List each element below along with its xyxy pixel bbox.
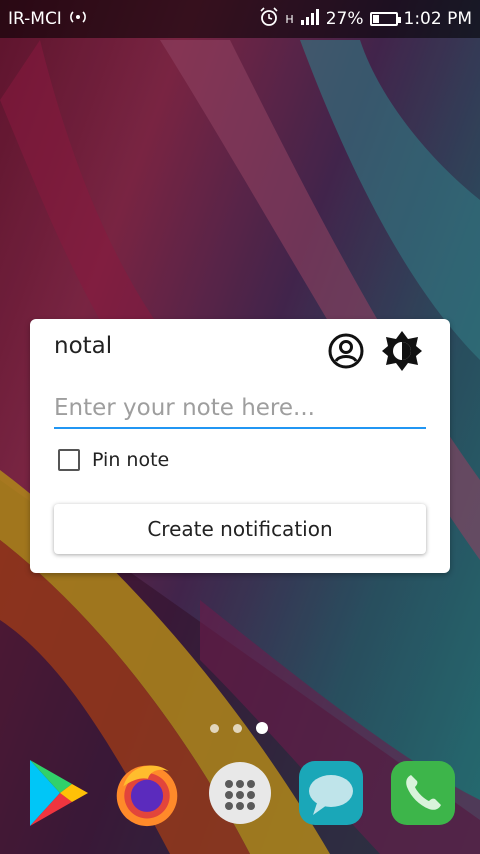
battery-percent: 27%	[325, 9, 364, 29]
status-bar: IR-MCI H 27% 1:02 PM	[0, 0, 480, 38]
pin-note-label: Pin note	[92, 449, 170, 471]
account-button[interactable]	[326, 333, 366, 373]
page-dot	[233, 723, 242, 733]
pin-note-row[interactable]: Pin note	[58, 449, 169, 471]
app-drawer-icon[interactable]	[205, 758, 275, 828]
signal-icon	[300, 8, 320, 30]
notal-widget: notal Pin note Create notification	[30, 319, 450, 573]
dock	[0, 758, 480, 838]
clock: 1:02 PM	[403, 9, 473, 29]
carrier-name: IR-MCI	[8, 9, 62, 29]
battery-icon	[369, 12, 401, 26]
page-dot	[210, 723, 219, 733]
page-indicator	[210, 722, 268, 734]
network-type-label: H	[285, 12, 294, 26]
app-title: notal	[54, 333, 113, 359]
play-store-icon[interactable]	[22, 758, 92, 828]
firefox-icon[interactable]	[112, 758, 182, 828]
hotspot-icon	[68, 9, 88, 29]
account-circle-icon	[327, 332, 365, 374]
alarm-icon	[259, 6, 279, 32]
create-notification-button[interactable]: Create notification	[54, 504, 426, 554]
theme-toggle-button[interactable]	[381, 330, 423, 376]
messages-icon[interactable]	[296, 758, 366, 828]
phone-icon[interactable]	[388, 758, 458, 828]
brightness-icon	[381, 330, 423, 376]
pin-note-checkbox[interactable]	[58, 449, 80, 471]
page-dot-active	[256, 722, 268, 734]
note-input[interactable]	[54, 389, 426, 429]
